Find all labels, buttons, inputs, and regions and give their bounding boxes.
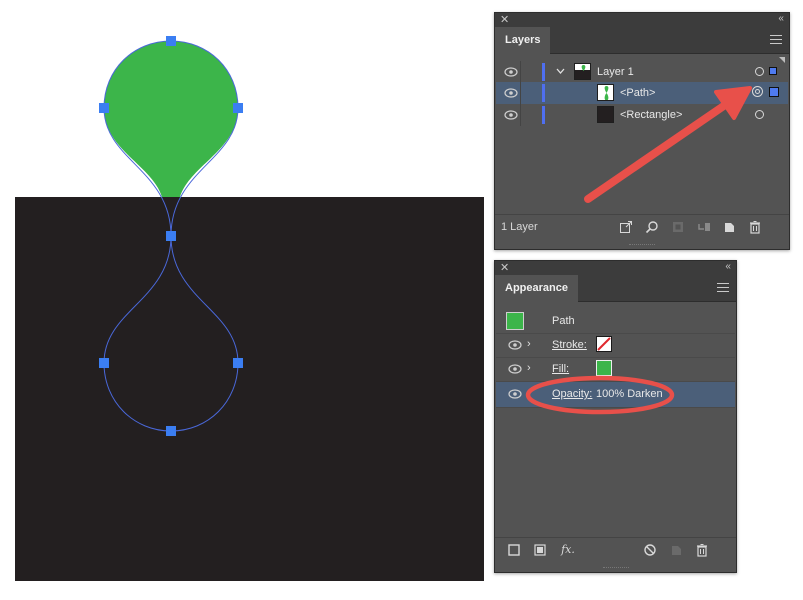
tab-layers[interactable]: Layers bbox=[495, 27, 551, 54]
clear-appearance-icon[interactable] bbox=[643, 543, 657, 557]
anchor-point[interactable] bbox=[233, 103, 243, 113]
selection-square-icon[interactable] bbox=[769, 67, 777, 75]
target-circle-icon[interactable] bbox=[755, 67, 764, 76]
row-separator bbox=[520, 61, 521, 83]
row-separator bbox=[520, 82, 521, 104]
trash-icon[interactable] bbox=[748, 220, 762, 234]
resize-grip[interactable] bbox=[602, 567, 629, 570]
green-path-shape[interactable] bbox=[104, 41, 238, 197]
anchor-point[interactable] bbox=[166, 426, 176, 436]
stroke-label[interactable]: Stroke: bbox=[552, 333, 587, 357]
eye-icon[interactable] bbox=[508, 340, 522, 350]
eye-icon[interactable] bbox=[508, 389, 522, 399]
close-icon[interactable]: ✕ bbox=[500, 261, 509, 275]
disclosure-chevron-icon[interactable]: › bbox=[527, 338, 531, 350]
add-fill-icon[interactable] bbox=[533, 543, 547, 557]
eye-icon[interactable] bbox=[504, 88, 518, 98]
layer-row-rectangle[interactable]: <Rectangle> bbox=[496, 104, 788, 126]
anchor-point[interactable] bbox=[166, 36, 176, 46]
disclosure-chevron-icon[interactable]: › bbox=[527, 362, 531, 374]
panel-menu-icon[interactable] bbox=[770, 35, 782, 45]
trash-icon[interactable] bbox=[695, 543, 709, 557]
opacity-label[interactable]: Opacity: bbox=[552, 382, 592, 406]
anchor-point[interactable] bbox=[99, 103, 109, 113]
eye-icon[interactable] bbox=[504, 110, 518, 120]
layer-row-layer-1[interactable]: Layer 1 bbox=[496, 57, 788, 83]
appearance-opacity-row[interactable]: Opacity: 100% Darken bbox=[496, 382, 735, 408]
collapse-icon[interactable]: ‹‹ bbox=[725, 260, 731, 274]
layer-name[interactable]: Layer 1 bbox=[597, 61, 634, 83]
appearance-panel: ✕ ‹‹ Appearance Path › Stroke: › Fill: O… bbox=[494, 260, 737, 573]
collapse-icon[interactable]: ‹‹ bbox=[778, 12, 784, 26]
eye-icon[interactable] bbox=[504, 67, 518, 77]
anchor-point[interactable] bbox=[233, 358, 243, 368]
stroke-swatch[interactable] bbox=[596, 336, 612, 352]
object-type-label: Path bbox=[552, 315, 575, 327]
appearance-fill-row[interactable]: › Fill: bbox=[496, 357, 735, 382]
layer-color-bar bbox=[542, 63, 545, 81]
layer-color-bar bbox=[542, 84, 545, 102]
path-thumbnail bbox=[597, 84, 614, 101]
layers-footer: 1 Layer bbox=[495, 214, 789, 241]
layers-panel: ✕ ‹‹ Layers Layer 1 <Path> <Rectangle> 1… bbox=[494, 12, 790, 250]
selection-square-icon[interactable] bbox=[769, 87, 779, 97]
duplicate-item-icon[interactable] bbox=[669, 543, 683, 557]
export-icon[interactable] bbox=[619, 220, 633, 234]
new-layer-icon[interactable] bbox=[723, 220, 737, 234]
layer-name[interactable]: <Rectangle> bbox=[620, 104, 682, 126]
layer-row-path[interactable]: <Path> bbox=[496, 82, 788, 104]
resize-grip[interactable] bbox=[629, 244, 655, 247]
panel-menu-icon[interactable] bbox=[717, 283, 729, 293]
layers-tabbar: Layers bbox=[495, 27, 789, 54]
layer-color-bar bbox=[542, 106, 545, 124]
anchor-point[interactable] bbox=[166, 231, 176, 241]
corner-triangle-icon bbox=[779, 57, 785, 63]
disclosure-chevron-icon[interactable] bbox=[556, 68, 565, 75]
tab-appearance[interactable]: Appearance bbox=[495, 275, 578, 302]
fill-label[interactable]: Fill: bbox=[552, 357, 569, 381]
clipping-mask-icon[interactable] bbox=[671, 220, 685, 234]
dark-rectangle[interactable] bbox=[15, 197, 484, 581]
close-icon[interactable]: ✕ bbox=[500, 13, 509, 27]
layer-name[interactable]: <Path> bbox=[620, 82, 655, 104]
row-separator bbox=[520, 104, 521, 126]
opacity-value: 100% Darken bbox=[596, 388, 663, 400]
new-sublayer-icon[interactable] bbox=[697, 220, 711, 234]
object-swatch bbox=[506, 312, 524, 330]
anchor-point[interactable] bbox=[99, 358, 109, 368]
add-stroke-icon[interactable] bbox=[507, 543, 521, 557]
appearance-stroke-row[interactable]: › Stroke: bbox=[496, 333, 735, 358]
panel-topbar: ✕ ‹‹ bbox=[495, 261, 736, 275]
layer-count-text: 1 Layer bbox=[501, 221, 538, 233]
rectangle-thumbnail bbox=[597, 106, 614, 123]
appearance-object-row[interactable]: Path bbox=[496, 309, 735, 334]
target-circle-icon[interactable] bbox=[755, 110, 764, 119]
fill-swatch[interactable] bbox=[596, 360, 612, 376]
fx-icon[interactable]: fx. bbox=[559, 543, 577, 557]
layer-thumbnail bbox=[574, 63, 591, 80]
eye-icon[interactable] bbox=[508, 364, 522, 374]
locate-object-icon[interactable] bbox=[645, 220, 659, 234]
panel-topbar: ✕ ‹‹ bbox=[495, 13, 789, 27]
target-circle-icon[interactable] bbox=[752, 86, 763, 97]
appearance-footer: fx. bbox=[495, 537, 736, 564]
appearance-tabbar: Appearance bbox=[495, 275, 736, 302]
